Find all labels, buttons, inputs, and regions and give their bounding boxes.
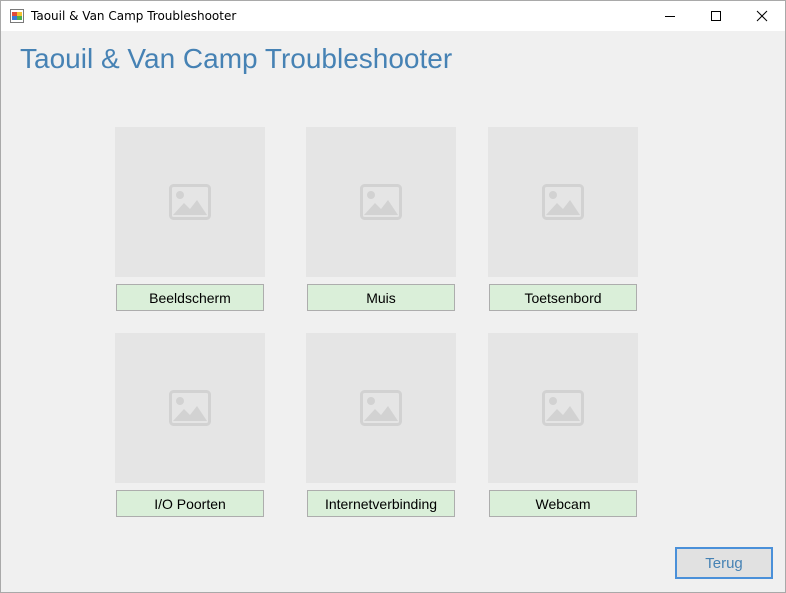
image-placeholder-icon xyxy=(169,390,211,426)
category-button-io-poorten[interactable]: I/O Poorten xyxy=(116,490,264,517)
image-placeholder-icon xyxy=(542,390,584,426)
category-button-toetsenbord[interactable]: Toetsenbord xyxy=(489,284,637,311)
tile-muis[interactable] xyxy=(306,127,456,277)
maximize-button[interactable] xyxy=(693,1,739,31)
minimize-button[interactable] xyxy=(647,1,693,31)
title-bar[interactable]: Taouil & Van Camp Troubleshooter xyxy=(1,1,785,31)
category-button-muis[interactable]: Muis xyxy=(307,284,455,311)
minimize-icon xyxy=(665,16,675,17)
app-window: Taouil & Van Camp Troubleshooter Taouil … xyxy=(0,0,786,593)
tile-webcam[interactable] xyxy=(488,333,638,483)
category-button-internetverbinding[interactable]: Internetverbinding xyxy=(307,490,455,517)
window-title: Taouil & Van Camp Troubleshooter xyxy=(31,9,237,23)
image-placeholder-icon xyxy=(542,184,584,220)
tile-toetsenbord[interactable] xyxy=(488,127,638,277)
tile-internetverbinding[interactable] xyxy=(306,333,456,483)
image-placeholder-icon xyxy=(169,184,211,220)
category-button-beeldscherm[interactable]: Beeldscherm xyxy=(116,284,264,311)
page-title: Taouil & Van Camp Troubleshooter xyxy=(20,43,453,74)
image-placeholder-icon xyxy=(360,390,402,426)
category-button-webcam[interactable]: Webcam xyxy=(489,490,637,517)
image-placeholder-icon xyxy=(360,184,402,220)
close-button[interactable] xyxy=(739,1,785,31)
tile-beeldscherm[interactable] xyxy=(115,127,265,277)
back-button[interactable]: Terug xyxy=(675,547,773,579)
app-icon xyxy=(10,9,24,23)
tile-io-poorten[interactable] xyxy=(115,333,265,483)
maximize-icon xyxy=(711,11,721,21)
close-icon xyxy=(756,10,768,22)
